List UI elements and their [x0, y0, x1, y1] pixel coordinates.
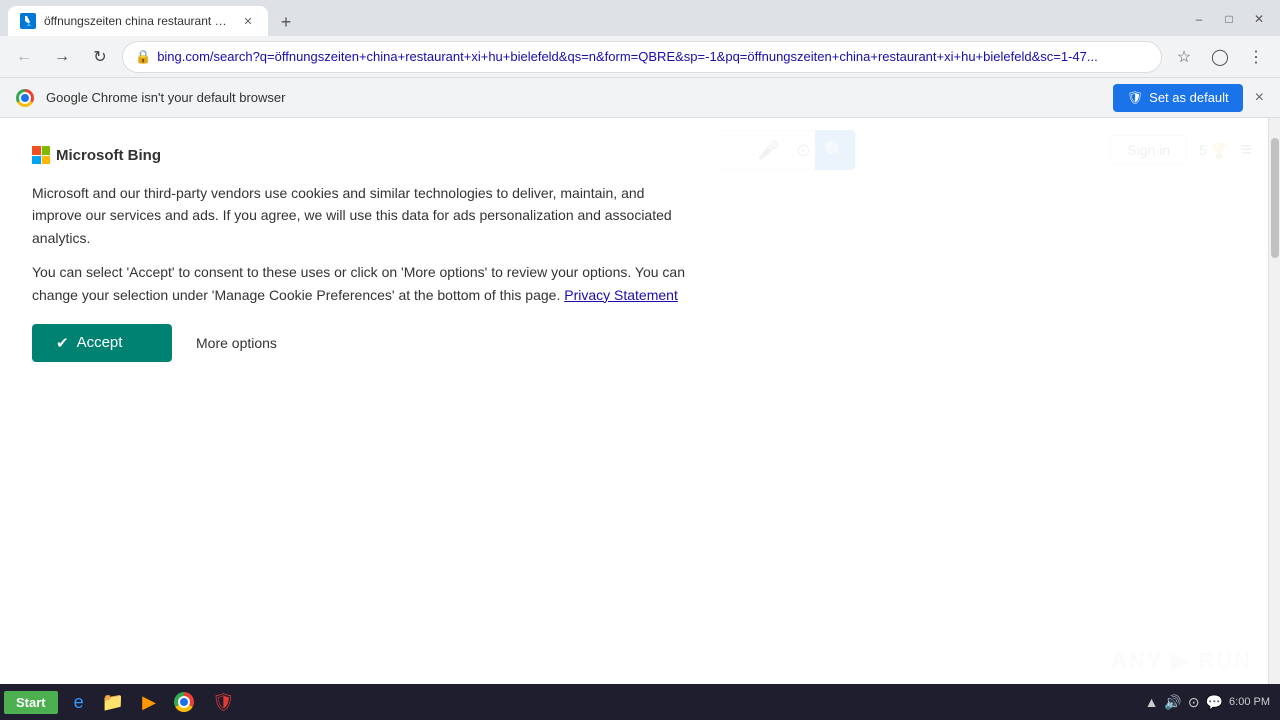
privacy-statement-link[interactable]: Privacy Statement — [564, 287, 678, 303]
window-controls: – □ ✕ — [1186, 6, 1272, 32]
media-icon: ▶ — [142, 692, 156, 713]
volume-icon: 🔊 — [1164, 694, 1181, 711]
cookie-paragraph-2: You can select 'Accept' to consent to th… — [32, 261, 688, 306]
cookie-modal-header: Microsoft Bing — [32, 146, 688, 164]
taskbar-media-button[interactable]: ▶ — [134, 688, 164, 716]
notification-bar: Google Chrome isn't your default browser… — [0, 78, 1280, 118]
notification-sys-icon: 💬 — [1206, 694, 1223, 711]
webpage: Microsoft Bing 🎤 ⊙ 🔍 Sign in 5 🏆 — [0, 118, 1280, 684]
webpage-inner: Microsoft Bing 🎤 ⊙ 🔍 Sign in 5 🏆 — [0, 118, 1268, 684]
network-wifi-icon: ⊙ — [1188, 694, 1200, 711]
cookie-actions: ✔ Accept More options — [32, 324, 688, 362]
notification-text: Google Chrome isn't your default browser — [46, 90, 1101, 105]
taskbar-items: e 📁 ▶ 🛡 — [62, 688, 1135, 716]
minimize-button[interactable]: – — [1186, 6, 1212, 32]
start-button[interactable]: Start — [4, 691, 58, 714]
set-default-button[interactable]: 🛡 Set as default — [1113, 84, 1243, 112]
network-icon: ▲ — [1145, 694, 1159, 710]
tab-close-button[interactable]: ✕ — [240, 13, 256, 29]
address-bar[interactable]: 🔒 bing.com/search?q=öffnungszeiten+china… — [122, 41, 1162, 73]
scrollbar-thumb[interactable] — [1271, 138, 1279, 258]
profile-button[interactable]: ◯ — [1204, 41, 1236, 73]
toolbar-right: ☆ ◯ ⋮ — [1168, 41, 1272, 73]
start-label: Start — [16, 695, 46, 710]
more-options-link[interactable]: More options — [196, 335, 277, 351]
tab-favicon — [20, 13, 36, 29]
close-window-button[interactable]: ✕ — [1246, 6, 1272, 32]
chrome-logo-small — [16, 89, 34, 107]
cookie-bing-logo: Microsoft Bing — [32, 146, 161, 164]
checkmark-icon: ✔ — [56, 334, 69, 352]
back-button[interactable]: ← — [8, 41, 40, 73]
title-bar: öffnungszeiten china restaurant xi h ✕ +… — [0, 0, 1280, 36]
taskbar-chrome-button[interactable] — [166, 688, 202, 716]
tab-title: öffnungszeiten china restaurant xi h — [44, 14, 232, 28]
cookie-logo-text: Microsoft Bing — [56, 147, 161, 164]
taskbar-ie-button[interactable]: e — [66, 688, 92, 716]
notification-close-button[interactable]: × — [1255, 89, 1264, 107]
antivirus-icon: 🛡 — [212, 692, 235, 713]
ie-icon: e — [74, 692, 84, 713]
maximize-button[interactable]: □ — [1216, 6, 1242, 32]
reload-button[interactable]: ↻ — [84, 41, 116, 73]
clock-time: 6:00 PM — [1229, 695, 1270, 709]
new-tab-button[interactable]: + — [272, 8, 300, 36]
lock-icon: 🔒 — [135, 49, 151, 65]
cookie-paragraph-1: Microsoft and our third-party vendors us… — [32, 182, 688, 249]
accept-button[interactable]: ✔ Accept — [32, 324, 172, 362]
folder-icon: 📁 — [102, 692, 124, 713]
taskbar-right: ▲ 🔊 ⊙ 💬 6:00 PM — [1139, 694, 1276, 711]
cookie-ms-logo — [32, 146, 50, 164]
forward-button[interactable]: → — [46, 41, 78, 73]
cookie-modal: Microsoft Bing Microsoft and our third-p… — [0, 118, 720, 390]
menu-button[interactable]: ⋮ — [1240, 41, 1272, 73]
bookmark-button[interactable]: ☆ — [1168, 41, 1200, 73]
cookie-consent-overlay: Microsoft Bing Microsoft and our third-p… — [0, 118, 1268, 684]
tab-strip: öffnungszeiten china restaurant xi h ✕ + — [8, 6, 1186, 36]
cookie-body: Microsoft and our third-party vendors us… — [32, 182, 688, 306]
browser-tab[interactable]: öffnungszeiten china restaurant xi h ✕ — [8, 6, 268, 36]
taskbar-chrome-icon — [174, 692, 194, 712]
shield-icon: 🛡 — [1127, 90, 1144, 106]
browser-toolbar: ← → ↻ 🔒 bing.com/search?q=öffnungszeiten… — [0, 36, 1280, 78]
taskbar: Start e 📁 ▶ 🛡 ▲ 🔊 — [0, 684, 1280, 720]
system-clock: 6:00 PM — [1229, 695, 1270, 709]
taskbar-folder-button[interactable]: 📁 — [94, 688, 132, 716]
taskbar-antivirus-button[interactable]: 🛡 — [204, 688, 243, 716]
scrollbar[interactable] — [1268, 118, 1280, 684]
address-text: bing.com/search?q=öffnungszeiten+china+r… — [157, 49, 1149, 64]
